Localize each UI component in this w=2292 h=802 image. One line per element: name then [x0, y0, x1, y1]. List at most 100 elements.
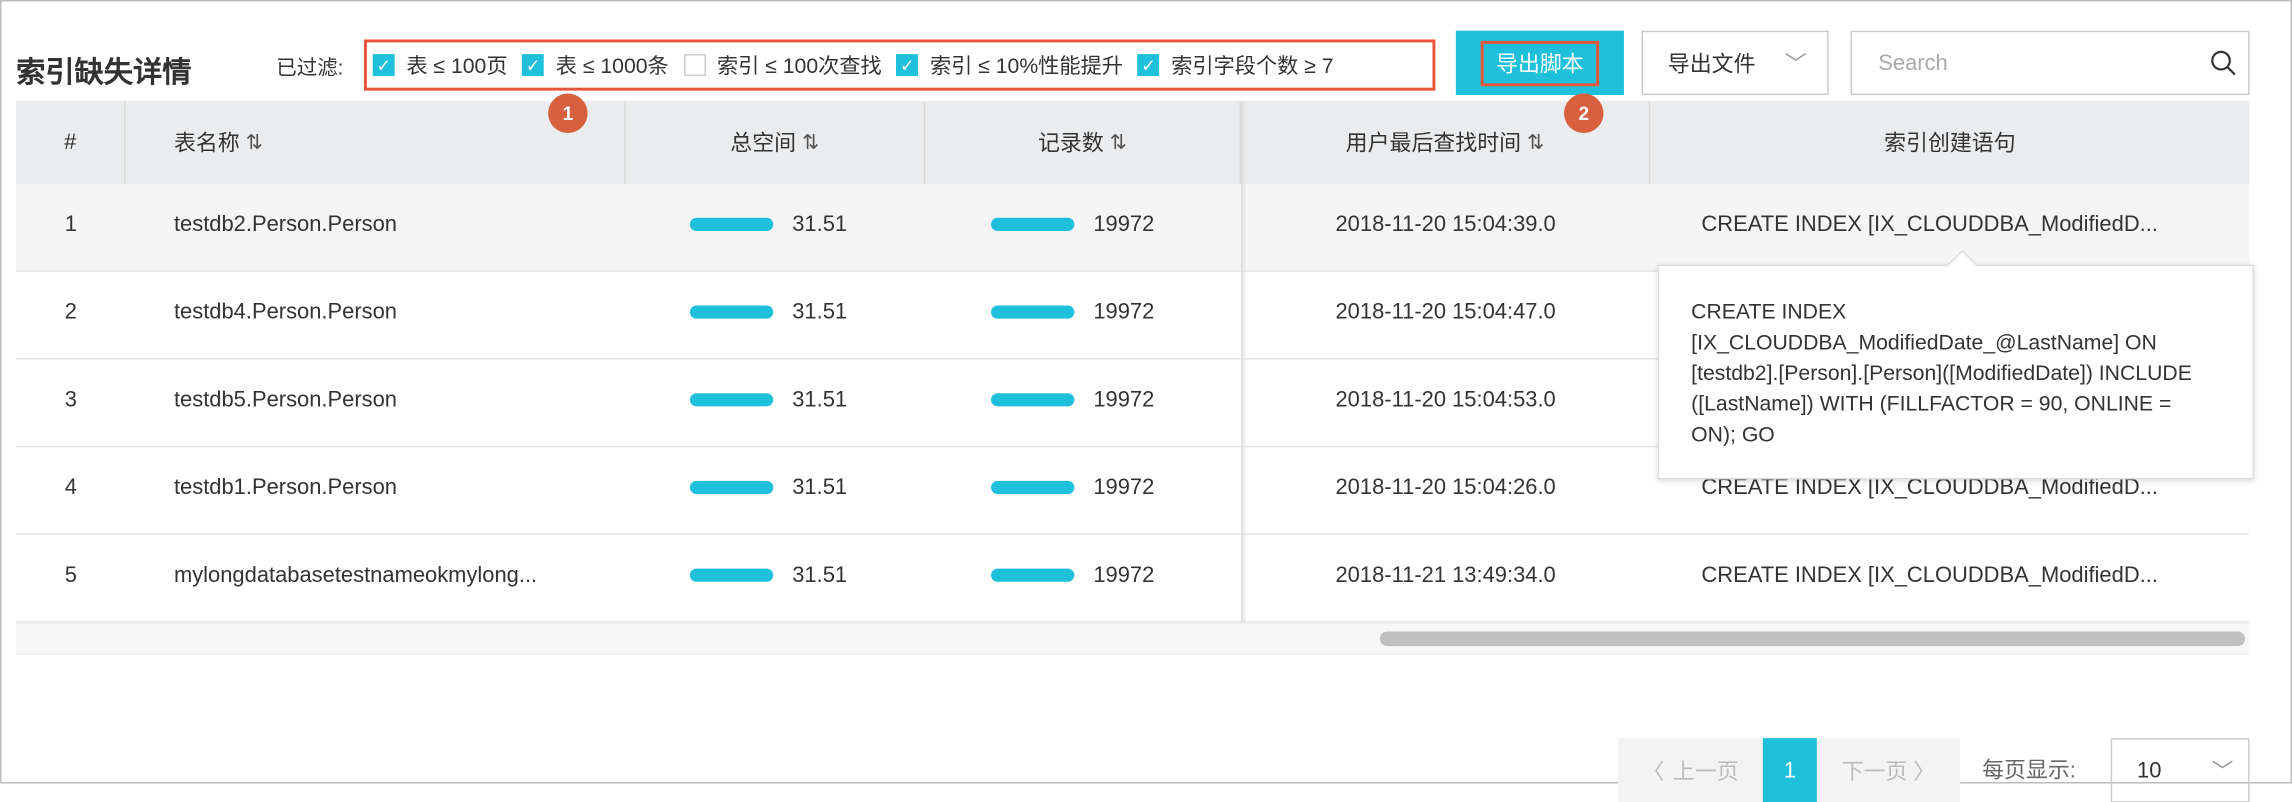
filter-label-text: 索引 ≤ 100次查找: [716, 55, 882, 79]
cell-total-space: 31.51: [689, 355, 848, 443]
filter-checkbox-4[interactable]: ✓ 索引 ≤ 10%性能提升: [896, 50, 1123, 81]
search-input[interactable]: [1875, 48, 2211, 77]
header-label: 记录数: [1037, 131, 1104, 157]
column-header-records[interactable]: 记录数 ⇅: [925, 100, 1241, 185]
annotation-badge-2: 2: [1564, 93, 1604, 134]
cell-table-name: testdb1.Person.Person: [173, 474, 397, 500]
cell-index: 3: [64, 386, 77, 412]
records-value: 19972: [1093, 298, 1155, 324]
scrollbar-thumb[interactable]: [1379, 631, 2246, 647]
cell-table-name: testdb4.Person.Person: [173, 298, 397, 324]
filter-checkbox-2[interactable]: ✓ 表 ≤ 1000条: [522, 50, 669, 81]
annotation-badge-1: 1: [548, 93, 588, 134]
sort-icon[interactable]: ⇅: [246, 130, 263, 155]
cell-index: 1: [64, 211, 77, 237]
space-value: 31.51: [792, 211, 848, 237]
space-bar: [689, 217, 774, 231]
column-header-create-statement: 索引创建语句: [1650, 100, 2250, 185]
prev-label: 上一页: [1672, 759, 1739, 785]
space-bar: [689, 392, 774, 406]
records-value: 19972: [1093, 562, 1155, 587]
missing-index-panel: 索引缺失详情 已过滤: ✓ 表 ≤ 100页 ✓ 表 ≤ 1000条 索引 ≤ 10…: [0, 0, 2292, 802]
sort-icon[interactable]: ⇅: [1110, 130, 1127, 155]
page-title: 索引缺失详情: [16, 57, 192, 90]
header-label: 表名称: [173, 131, 240, 157]
records-value: 19972: [1093, 386, 1155, 412]
search-icon[interactable]: [2210, 50, 2236, 76]
cell-table-name: testdb2.Person.Person: [173, 211, 397, 237]
space-bar: [689, 567, 774, 582]
cell-index: 4: [64, 474, 77, 500]
filter-checkbox-5[interactable]: ✓ 索引字段个数 ≥ 7: [1137, 50, 1334, 81]
export-file-dropdown[interactable]: 导出文件 ﹀: [1641, 30, 1829, 96]
checkbox-icon[interactable]: ✓: [896, 54, 919, 77]
records-bar: [991, 392, 1075, 406]
header-label: 用户最后查找时间: [1345, 131, 1522, 157]
records-bar: [991, 217, 1075, 231]
filter-label-text: 表 ≤ 1000条: [555, 55, 669, 79]
sort-icon[interactable]: ⇅: [1527, 130, 1544, 155]
space-value: 31.51: [792, 562, 848, 587]
checkbox-icon[interactable]: ✓: [372, 54, 395, 77]
sort-icon[interactable]: ⇅: [802, 130, 819, 155]
cell-last-seek-time: 2018-11-20 15:04:39.0: [1335, 211, 1556, 237]
chevron-down-icon: ﹀: [1784, 51, 1807, 77]
per-page-label: 每页显示:: [1982, 758, 2076, 784]
cell-create-statement[interactable]: CREATE INDEX [IX_CLOUDDBA_ModifiedD...: [1701, 531, 2158, 619]
column-header-total-space[interactable]: 总空间 ⇅: [625, 100, 926, 185]
header-label: #: [64, 130, 77, 155]
per-page-select[interactable]: 10 ﹀: [2110, 738, 2250, 802]
header-label: 总空间: [730, 131, 797, 157]
cell-records: 19972: [991, 443, 1154, 531]
table-row[interactable]: 5 mylongdatabasetestnameokmylong... 31.5…: [16, 535, 2250, 623]
prev-page-button[interactable]: 〈上一页: [1618, 738, 1763, 802]
cell-table-name: testdb5.Person.Person: [173, 386, 397, 412]
table-row[interactable]: 1 testdb2.Person.Person 31.51 19972 2018…: [16, 184, 2250, 272]
filter-label-text: 索引 ≤ 10%性能提升: [929, 55, 1123, 79]
filter-label: 已过滤:: [276, 55, 344, 79]
filter-checkbox-1[interactable]: ✓ 表 ≤ 100页: [372, 50, 508, 81]
pagination: 〈上一页 1 下一页〉: [1618, 738, 1961, 802]
cell-last-seek-time: 2018-11-21 13:49:34.0: [1335, 562, 1556, 587]
cell-create-statement[interactable]: CREATE INDEX [IX_CLOUDDBA_ModifiedD...: [1701, 180, 2158, 268]
checkbox-icon[interactable]: ✓: [522, 54, 545, 77]
chevron-down-icon: ﹀: [2211, 759, 2234, 785]
filter-label-text: 索引字段个数 ≥ 7: [1171, 55, 1334, 79]
records-value: 19972: [1093, 474, 1155, 500]
cell-records: 19972: [991, 531, 1154, 619]
search-box[interactable]: [1850, 30, 2250, 96]
cell-last-seek-time: 2018-11-20 15:04:47.0: [1335, 298, 1556, 324]
cell-total-space: 31.51: [689, 267, 848, 355]
space-value: 31.51: [792, 298, 848, 324]
cell-total-space: 31.51: [689, 443, 847, 531]
cell-last-seek-time: 2018-11-20 15:04:53.0: [1335, 386, 1556, 412]
checkbox-icon[interactable]: [683, 54, 706, 77]
export-file-label: 导出文件: [1667, 51, 1756, 77]
cell-index: 2: [64, 298, 77, 324]
cell-last-seek-time: 2018-11-20 15:04:26.0: [1335, 474, 1556, 500]
next-page-button[interactable]: 下一页〉: [1816, 738, 1961, 802]
chevron-right-icon: 〉: [1913, 759, 1936, 785]
statement-tooltip: CREATE INDEX [IX_CLOUDDBA_ModifiedDate_@…: [1657, 264, 2254, 480]
fixed-column-divider: [1240, 100, 1247, 623]
records-value: 19972: [1093, 211, 1155, 237]
space-bar: [689, 480, 774, 494]
per-page-value: 10: [2137, 757, 2162, 783]
checkbox-icon[interactable]: ✓: [1137, 54, 1160, 77]
page-1-button[interactable]: 1: [1762, 738, 1817, 802]
chevron-left-icon: 〈: [1642, 759, 1665, 785]
filter-checkbox-3[interactable]: 索引 ≤ 100次查找: [683, 50, 882, 81]
column-header-index: #: [16, 100, 126, 185]
records-bar: [991, 480, 1075, 494]
horizontal-scrollbar[interactable]: [16, 622, 2250, 655]
export-script-label: 导出脚本: [1481, 40, 1599, 86]
cell-total-space: 31.51: [689, 180, 848, 268]
records-bar: [991, 567, 1075, 582]
cell-total-space: 31.51: [689, 531, 848, 619]
export-script-button[interactable]: 导出脚本: [1455, 30, 1624, 96]
header-label: 索引创建语句: [1884, 131, 2016, 157]
space-value: 31.51: [792, 386, 848, 412]
filter-label-text: 表 ≤ 100页: [406, 55, 508, 79]
next-label: 下一页: [1841, 759, 1908, 785]
cell-records: 19972: [991, 267, 1154, 355]
